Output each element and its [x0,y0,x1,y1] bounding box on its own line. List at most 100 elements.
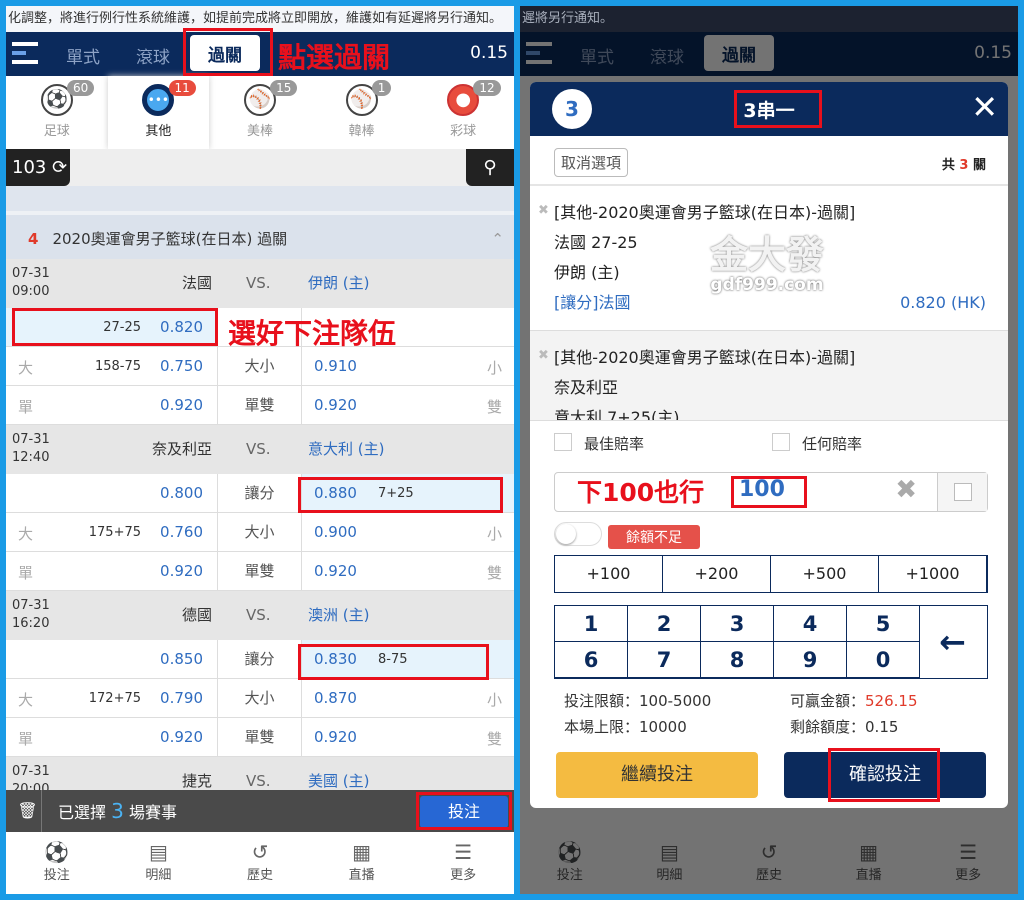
right-odds-cell[interactable]: 0.900 小 [302,513,514,551]
annotation-box [828,748,940,802]
toggle-switch[interactable] [554,522,602,546]
left-odds-cell[interactable]: 單 0.920 [6,718,218,756]
sport-tab-0[interactable]: ⚽ 60 足球 [6,76,108,149]
odds-row: 單 0.920 單雙 0.920 雙 [6,386,514,425]
balance: 0.15 [470,43,508,63]
match-time: 07-31 09:00 [12,265,50,301]
right-odds-cell[interactable]: 0.920 雙 [302,386,514,424]
quick-amount-button[interactable]: +200 [663,556,771,592]
film-icon: ▦ [352,840,372,864]
watermark-url: gdf999.com [710,275,824,295]
best-odds-label: 最佳賠率 [584,435,645,453]
league-index: 4 [28,230,39,248]
sport-tab-3[interactable]: ⚾ 1 韓棒 [311,76,413,149]
continue-betting-button[interactable]: 繼續投注 [556,752,758,798]
left-odds: 0.920 [160,562,203,580]
remove-icon[interactable]: ✖ [538,341,549,371]
best-odds-checkbox[interactable] [554,433,572,451]
quick-amount-button[interactable]: +1000 [879,556,987,592]
keypad-key[interactable]: 8 [701,642,774,678]
left-odds-cell[interactable]: 單 0.920 [6,552,218,590]
keypad-key[interactable]: 3 [701,606,774,642]
bottom-nav-item[interactable]: ☰ 更多 [412,832,514,894]
right-odds: 0.920 [314,728,357,746]
right-odds-cell[interactable]: 0.920 雙 [302,718,514,756]
tab-single[interactable]: 單式 [66,43,100,68]
annotation-box [12,308,218,346]
keypad-key[interactable]: 6 [555,642,628,678]
left-label: 大 [18,359,34,377]
home-team: 奈及利亞 [151,440,212,458]
quick-amount-button[interactable]: +500 [771,556,879,592]
sport-label: 彩球 [450,124,477,139]
left-odds-cell[interactable]: 大 172+75 0.790 [6,679,218,717]
annotation-box [731,476,807,508]
any-odds-checkbox[interactable] [772,433,790,451]
odds-row: 大 175+75 0.760 大小 0.900 小 [6,513,514,552]
hamburger-menu-icon[interactable] [12,42,38,69]
sport-category-bar: ⚽ 60 足球 ••• 11 其他 ⚾ 15 美棒 ⚾ 1 韓棒 ● 12 彩球 [6,76,514,149]
keypad-key[interactable]: 9 [774,642,847,678]
annotation-box [298,644,489,680]
vs-label: VS. [246,772,271,790]
right-odds-cell[interactable]: 0.910 小 [302,347,514,385]
backspace-arrow-icon[interactable]: ← [918,606,987,678]
left-odds-cell[interactable]: 0.850 [6,640,218,678]
bottom-nav-label: 更多 [450,868,477,883]
annotation-choose-team: 選好下注隊伍 [228,317,397,350]
bottom-nav-label: 直播 [348,868,375,883]
bet-limit-value: 100-5000 [639,692,712,710]
match-date: 07-31 [12,432,50,447]
league-header[interactable]: 4 2020奧運會男子籃球(在日本) 過關 ⌃ [6,211,514,259]
match-max-label: 本場上限： [564,718,640,736]
search-button[interactable]: ⚲ [466,149,514,186]
quick-amount-button[interactable]: +100 [555,556,663,592]
right-odds-cell[interactable]: 0.920 雙 [302,552,514,590]
bottom-nav-item[interactable]: ⚽ 投注 [6,832,108,894]
bottom-nav: ⚽ 投注 ▤ 明細 ↺ 歷史 ▦ 直播 ☰ 更多 [6,832,514,894]
stake-input[interactable]: 下100也行 100 ✖ [554,472,988,512]
keyboard-toggle[interactable] [937,473,987,511]
left-odds-cell[interactable]: 大 158-75 0.750 [6,347,218,385]
quick-amount-chips: +100 +200 +500 +1000 [554,555,988,593]
away-team: 澳洲 (主) [308,606,370,624]
sport-tab-4[interactable]: ● 12 彩球 [412,76,514,149]
remove-icon[interactable]: ✖ [538,196,549,226]
bottom-nav-item[interactable]: ▦ 直播 [311,832,413,894]
sport-tab-1[interactable]: ••• 11 其他 [107,76,210,149]
right-odds: 0.870 [314,689,357,707]
vs-label: VS. [246,440,271,458]
tab-live[interactable]: 滾球 [136,43,170,68]
right-odds-cell[interactable]: 0.870 小 [302,679,514,717]
keypad-key[interactable]: 2 [628,606,701,642]
cancel-selection-button[interactable]: 取消選項 [554,148,629,177]
keypad-key[interactable]: 5 [847,606,920,642]
count-badge: 1 [371,80,392,96]
selection-text: 已選擇 3 場賽事 [58,790,177,834]
league-name: 2020奧運會男子籃球(在日本) 過關 [52,230,288,248]
keypad-key[interactable]: 7 [628,642,701,678]
trash-icon[interactable]: 🗑 [14,790,42,832]
menu-icon: ☰ [454,840,473,864]
keypad-key[interactable]: 4 [774,606,847,642]
market-label: 讓分 [218,640,302,678]
left-odds-cell[interactable]: 大 175+75 0.760 [6,513,218,551]
clear-icon[interactable]: ✖ [895,475,917,505]
refresh-button[interactable]: 103 ⟳ [6,149,70,186]
bottom-nav-item[interactable]: ▤ 明細 [108,832,210,894]
chevron-up-icon[interactable]: ⌃ [491,215,504,263]
bottom-nav-label: 投注 [43,868,70,883]
close-icon[interactable]: ✕ [971,88,998,126]
notice-marquee: 遲將另行通知。 [520,6,1018,32]
right-label: 小 [486,525,502,543]
keypad-key[interactable]: 1 [555,606,628,642]
bottom-nav-item[interactable]: ↺ 歷史 [209,832,311,894]
left-odds-cell[interactable]: 單 0.920 [6,386,218,424]
sport-tab-2[interactable]: ⚾ 15 美棒 [209,76,311,149]
keypad-key[interactable]: 0 [847,642,920,678]
odds-row: 單 0.920 單雙 0.920 雙 [6,552,514,591]
left-odds-cell[interactable]: 0.800 [6,474,218,512]
insufficient-balance-badge: 餘額不足 [608,525,700,549]
right-odds: 0.900 [314,523,357,541]
total-legs: 共 3 關 [942,154,986,173]
